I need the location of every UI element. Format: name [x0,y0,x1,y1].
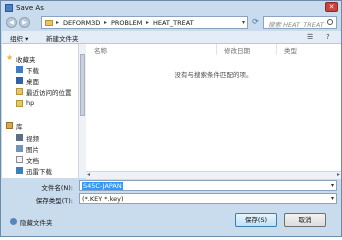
organize-menu[interactable]: 组织 ▾ [10,33,28,43]
folder-icon [45,20,53,26]
filename-dropdown-icon[interactable]: ▾ [331,182,334,189]
search-icon [327,19,333,25]
breadcrumb-separator-icon[interactable]: ▸ [146,19,149,26]
star-icon: ★ [6,53,14,62]
scroll-right-icon[interactable]: ▸ [337,171,340,178]
app-icon [5,4,13,12]
filetype-select[interactable]: (*.KEY *.key) ▾ [79,193,337,204]
view-options-icon[interactable]: ☰ [307,33,313,41]
download-folder-icon [16,167,23,174]
breadcrumb-separator-icon[interactable]: ▸ [56,19,59,26]
recent-places-icon [16,88,23,95]
close-button[interactable]: ✕ [325,2,338,12]
breadcrumb-heat-treat[interactable]: HEAT_TREAT [153,19,194,27]
picture-icon [16,145,23,152]
scroll-left-icon[interactable]: ◂ [87,171,90,178]
chevron-up-icon [10,218,17,225]
filetype-dropdown-icon[interactable]: ▾ [331,195,334,202]
search-placeholder: 搜索 HEAT_TREAT [268,21,324,29]
navigation-pane: ★ 收藏夹 下载 桌面 最近访问的位置 hp 库 视频 图片 文档 迅雷下载 [2,44,79,178]
column-header-name[interactable]: 名称 [94,45,107,55]
save-as-dialog: Save As ✕ ◀ ▶ ▸ DEFORM3D ▸ PROBLEM ▸ HEA… [0,0,342,237]
video-icon [16,134,23,141]
empty-message: 没有与搜索条件匹配的项。 [174,71,253,79]
address-dropdown-icon[interactable]: ▾ [242,19,245,26]
horizontal-scrollbar[interactable]: ◂ ▸ [86,171,341,179]
forward-arrow-icon[interactable]: ▶ [19,17,30,28]
back-arrow-icon[interactable]: ◀ [6,17,17,28]
file-list: 名称 修改日期 类型 没有与搜索条件匹配的项。 [86,44,341,178]
library-icon [6,122,13,129]
filename-label: 文件名(N): [41,184,73,192]
breadcrumb-separator-icon[interactable]: ▸ [104,19,107,26]
filename-field[interactable]: S45C-JAPAN ▾ [79,180,337,191]
new-folder-button[interactable]: 新建文件夹 [46,33,79,43]
column-divider[interactable] [276,44,277,55]
column-divider[interactable] [216,44,217,55]
refresh-icon[interactable]: ⟳ [250,17,261,28]
help-icon[interactable]: ? [326,33,330,41]
desktop-icon [16,77,23,84]
title-bar: Save As ✕ [1,1,341,15]
breadcrumb-problem[interactable]: PROBLEM [111,19,142,27]
filetype-value: (*.KEY *.key) [82,195,124,203]
column-header-date-modified[interactable]: 修改日期 [224,45,250,55]
sidebar-scroll-thumb[interactable] [80,54,85,116]
document-icon [16,156,23,163]
address-row: ◀ ▶ ▸ DEFORM3D ▸ PROBLEM ▸ HEAT_TREAT ▾ … [1,16,341,30]
search-input[interactable]: 搜索 HEAT_TREAT [263,16,337,29]
sidebar-scrollbar[interactable] [78,44,86,178]
download-folder-icon [16,66,23,73]
save-button[interactable]: 保存(S) [235,213,277,227]
filetype-label: 保存类型(T): [35,197,73,205]
cancel-button[interactable]: 取消 [284,213,326,227]
toolbar: 组织 ▾ 新建文件夹 ☰ ? [2,31,341,44]
window-title: Save As [16,4,44,12]
breadcrumb-deform3d[interactable]: DEFORM3D [63,19,100,27]
filename-value: S45C-JAPAN [82,182,123,190]
user-folder-icon [16,100,23,107]
address-bar[interactable]: ▸ DEFORM3D ▸ PROBLEM ▸ HEAT_TREAT ▾ [41,16,248,29]
column-header-type[interactable]: 类型 [284,45,297,55]
